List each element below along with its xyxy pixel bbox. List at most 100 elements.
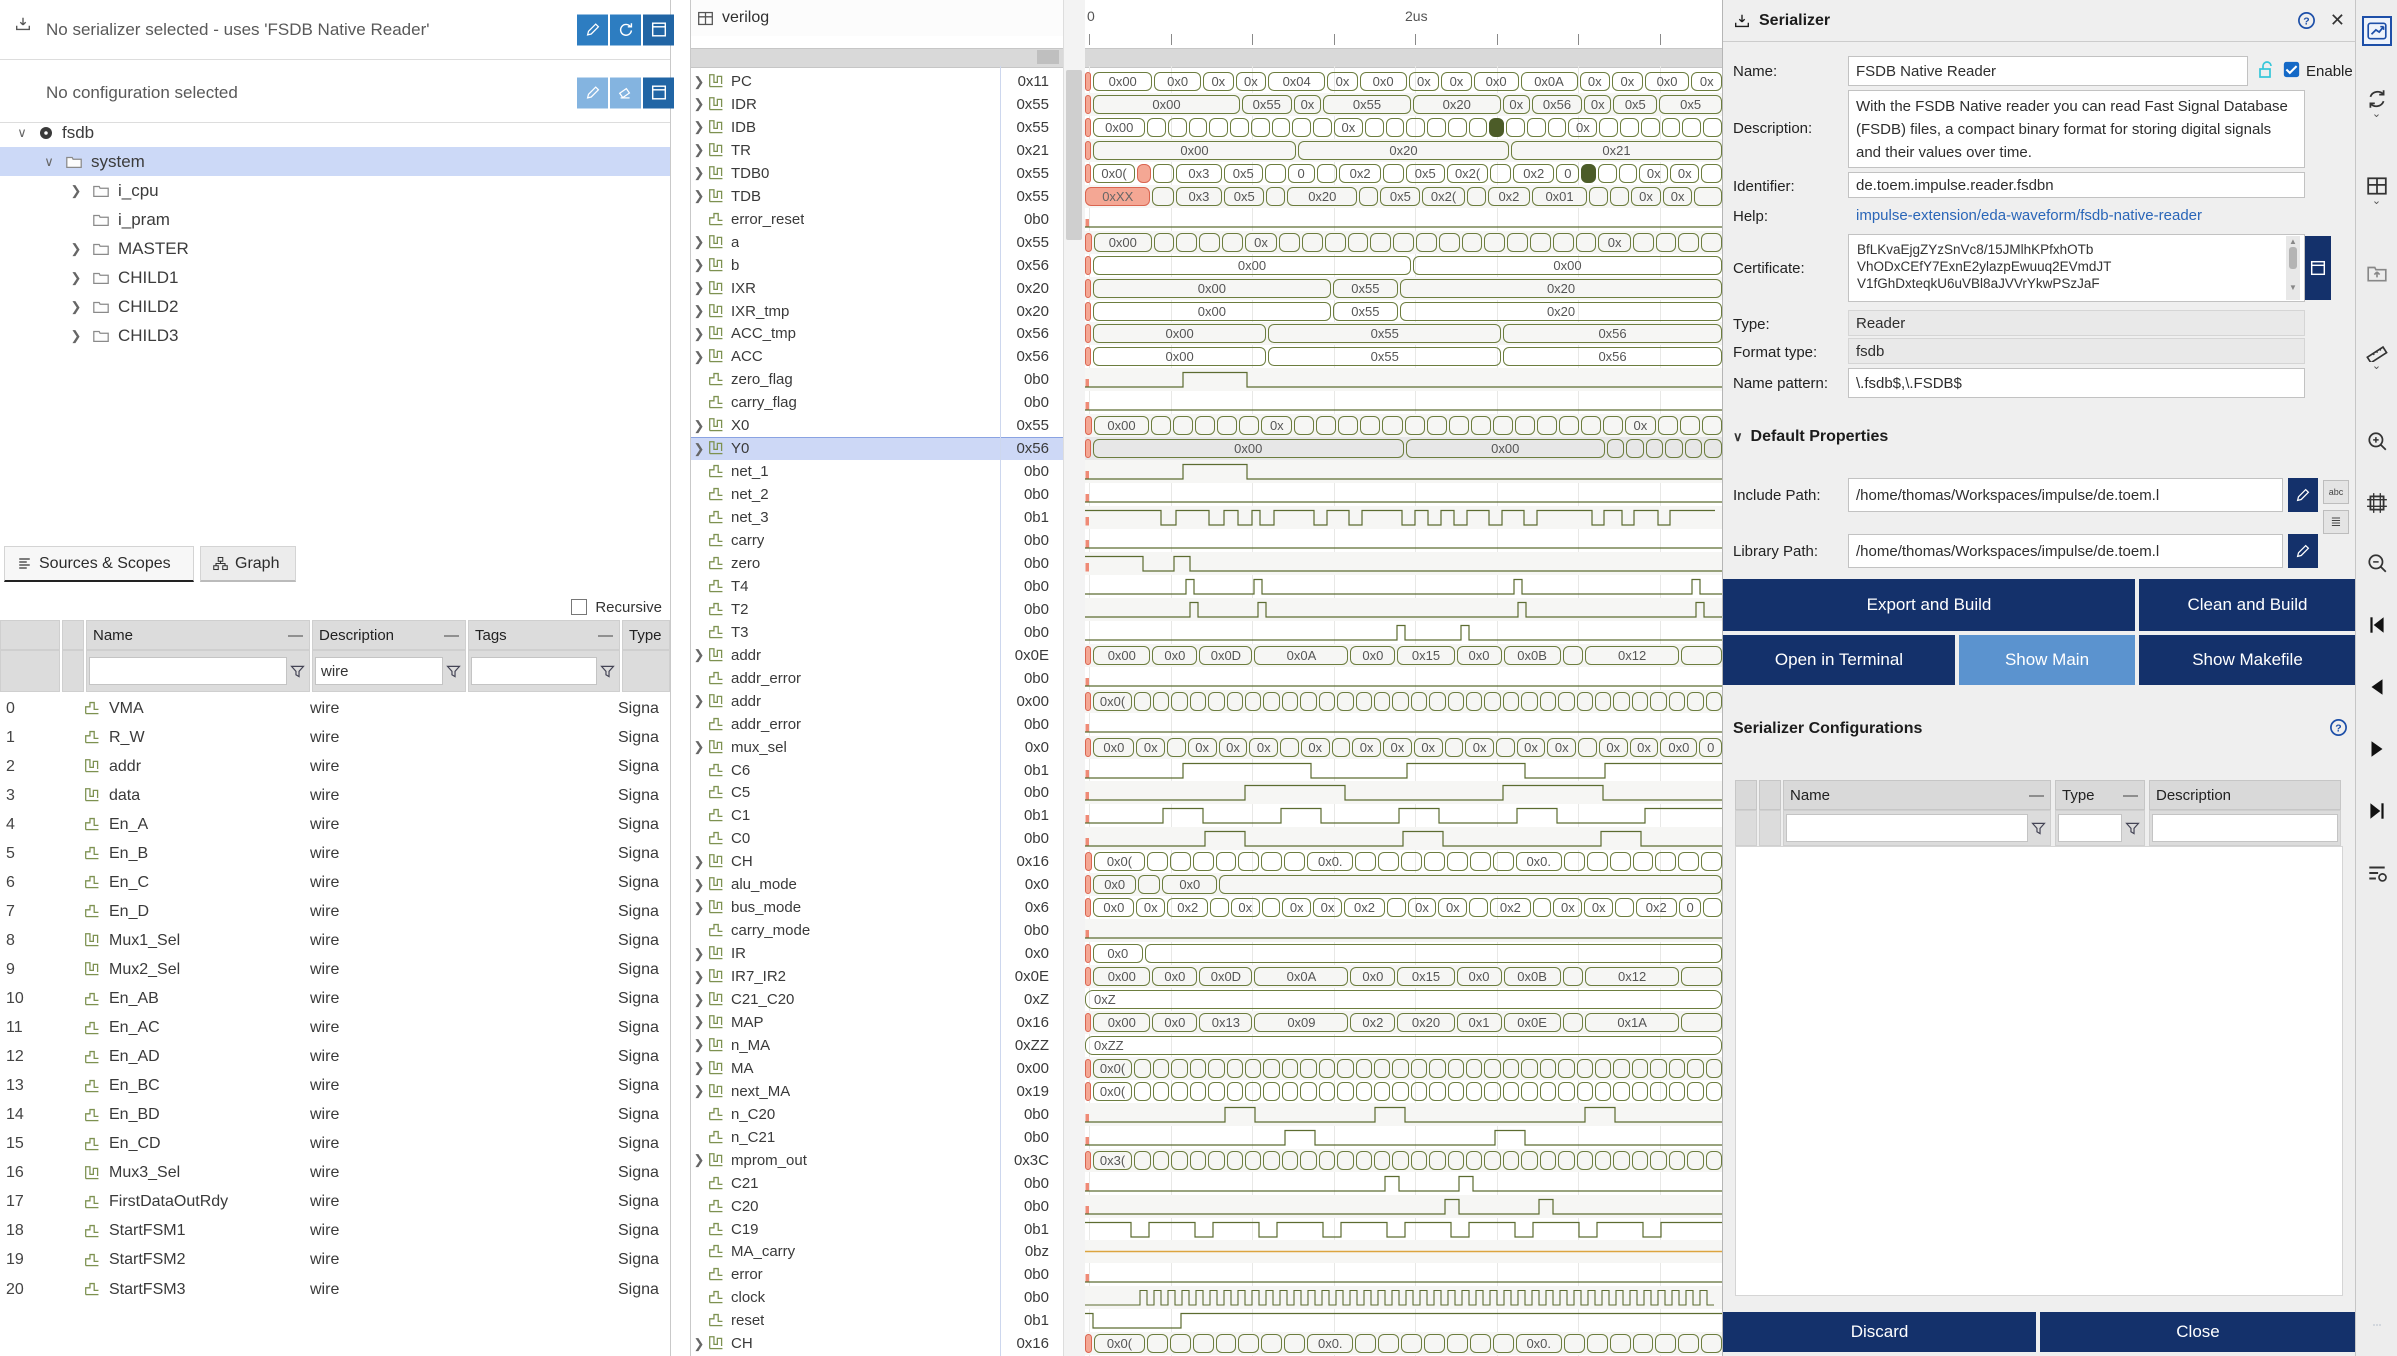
waveform-view-icon[interactable] [2362,16,2392,46]
signal-list-item-mux_sel[interactable]: ❯ mux_sel 0x0 [691,736,1064,759]
signal-list-item-T3[interactable]: T3 0b0 [691,621,1064,644]
zoom-out-icon[interactable] [2366,552,2388,574]
wave-row-addr[interactable]: 0x0( [1085,690,1722,713]
signal-list-item-C21[interactable]: C21 0b0 [691,1172,1064,1195]
signal-list-item-zero[interactable]: zero 0b0 [691,552,1064,575]
wave-row-net_1[interactable] [1085,460,1722,483]
chevron-right-icon[interactable]: ❯ [692,349,706,365]
open-in-terminal-button[interactable]: Open in Terminal [1723,635,1955,685]
settings-list-icon[interactable] [2366,862,2388,884]
signal-list-item-C0[interactable]: C0 0b0 [691,827,1064,850]
tree-item-CHILD2[interactable]: ❯ CHILD2 [0,292,670,321]
cfg-filter-cell-type[interactable] [2055,810,2145,846]
column-header-tags[interactable]: Tags— [468,620,620,650]
name-pattern-field[interactable]: \.fsdb$,\.FSDB$ [1848,368,2305,398]
signal-list-item-zero_flag[interactable]: zero_flag 0b0 [691,368,1064,391]
chevron-right-icon[interactable]: ❯ [692,119,706,135]
signal-list-item-a[interactable]: ❯ a 0x55 [691,231,1064,254]
signal-list-item-mprom_out[interactable]: ❯ mprom_out 0x3C [691,1149,1064,1172]
close-icon[interactable]: ✕ [2330,10,2345,31]
edit-configuration-button[interactable] [577,77,608,108]
chevron-right-icon[interactable]: ❯ [692,234,706,250]
filter-input-tags[interactable] [471,657,597,685]
signal-list-item-X0[interactable]: ❯ X0 0x55 [691,414,1064,437]
wave-row-T4[interactable] [1085,575,1722,598]
open-serializer-dialog-button[interactable] [643,14,674,45]
clear-configuration-button[interactable] [610,77,641,108]
chevron-right-icon[interactable]: ❯ [692,1083,706,1099]
filter-funnel-icon[interactable] [599,663,616,680]
list-button[interactable]: ≣ [2323,510,2349,534]
edit-serializer-button[interactable] [577,14,608,45]
signal-list-item-IR7_IR2[interactable]: ❯ IR7_IR2 0x0E [691,965,1064,988]
chevron-right-icon[interactable]: ❯ [692,739,706,755]
ruler-icon[interactable]: ⌄ [2366,340,2388,370]
chevron-right-icon[interactable]: ❯ [692,693,706,709]
filter-cell-name[interactable] [86,650,310,692]
table-row-En_A[interactable]: 4 En_A wire Signa [0,810,670,839]
discard-button[interactable]: Discard [1723,1312,2036,1352]
zoom-in-icon[interactable] [2366,430,2388,452]
wave-row-error[interactable] [1085,1263,1722,1286]
signal-list-item-TDB0[interactable]: ❯ TDB0 0x55 [691,162,1064,185]
table-row-VMA[interactable]: 0 VMA wire Signa [0,694,670,723]
filter-funnel-icon[interactable] [289,663,306,680]
sort-indicator[interactable]: — [2123,787,2138,804]
wave-row-IXR[interactable]: 0x000x550x20 [1085,277,1722,300]
chevron-right-icon[interactable]: ❯ [68,183,84,199]
wave-row-zero[interactable] [1085,552,1722,575]
table-row-En_D[interactable]: 7 En_D wire Signa [0,897,670,926]
tree-item-MASTER[interactable]: ❯ MASTER [0,234,670,263]
tree-item-CHILD3[interactable]: ❯ CHILD3 [0,321,670,350]
signal-list-item-TDB[interactable]: ❯ TDB 0x55 [691,185,1064,208]
name-field[interactable]: FSDB Native Reader [1848,56,2248,86]
table-row-En_AD[interactable]: 12 En_AD wire Signa [0,1043,670,1072]
table-row-En_C[interactable]: 6 En_C wire Signa [0,868,670,897]
signal-list-item-n_MA[interactable]: ❯ n_MA 0xZZ [691,1034,1064,1057]
column-header-type[interactable]: Type [622,620,670,650]
more-icon[interactable] [2366,1320,2388,1330]
tab-sources-scopes[interactable]: Sources & Scopes [4,546,194,582]
wave-row-alu_mode[interactable]: 0x00x0 [1085,873,1722,896]
wave-row-TDB0[interactable]: 0x0(0x30x500x20x50x2(0x200x0x [1085,162,1722,185]
wave-row-zero_flag[interactable] [1085,368,1722,391]
cfg-column-header-name[interactable]: Name— [1783,780,2051,810]
chevron-right-icon[interactable]: ❯ [692,418,706,434]
chevron-right-icon[interactable]: ❯ [692,992,706,1008]
signal-list-item-clock[interactable]: clock 0b0 [691,1286,1064,1309]
wave-row-n_MA[interactable]: 0xZZ [1085,1034,1722,1057]
wave-row-b[interactable]: 0x000x00 [1085,254,1722,277]
include-path-field[interactable]: /home/thomas/Workspaces/impulse/de.toem.… [1848,478,2283,512]
wave-row-C6[interactable] [1085,759,1722,782]
wave-row-carry[interactable] [1085,529,1722,552]
signal-list-item-IXR[interactable]: ❯ IXR 0x20 [691,277,1064,300]
signal-list-item-error_reset[interactable]: error_reset 0b0 [691,208,1064,231]
wave-row-mprom_out[interactable]: 0x3( [1085,1149,1722,1172]
wave-row-n_C20[interactable] [1085,1103,1722,1126]
chevron-right-icon[interactable]: ❯ [692,96,706,112]
table-row-En_BD[interactable]: 14 En_BD wire Signa [0,1101,670,1130]
chevron-right-icon[interactable]: ❯ [68,328,84,344]
zoom-fit-icon[interactable] [2366,492,2388,514]
wave-row-T2[interactable] [1085,598,1722,621]
chevron-right-icon[interactable]: ❯ [692,74,706,90]
wave-row-C19[interactable] [1085,1218,1722,1241]
certificate-scroll-thumb[interactable] [2289,247,2297,269]
wave-row-reset[interactable] [1085,1309,1722,1332]
wave-row-T3[interactable] [1085,621,1722,644]
wave-row-carry_flag[interactable] [1085,391,1722,414]
sort-indicator[interactable]: — [288,627,303,644]
waveform-panel[interactable]: 0 2us 0x000x00x0x0x040x0x00x0x0x00x0A0x0… [1085,0,1722,1356]
wave-row-C5[interactable] [1085,781,1722,804]
wave-row-TDB[interactable]: 0xXX0x30x50x200x50x2(0x20x010x0x [1085,185,1722,208]
library-path-edit-button[interactable] [2288,534,2318,568]
wave-row-IXR_tmp[interactable]: 0x000x550x20 [1085,300,1722,323]
column-resize-handle[interactable] [1037,50,1059,64]
layout-grid-icon[interactable]: ⌄ [2366,175,2388,205]
library-path-field[interactable]: /home/thomas/Workspaces/impulse/de.toem.… [1848,534,2283,568]
include-path-edit-button[interactable] [2288,478,2318,512]
wave-row-bus_mode[interactable]: 0x00x0x20x0x0x0x20x0x0x20x0x0x20 [1085,896,1722,919]
wave-row-C20[interactable] [1085,1195,1722,1218]
wave-row-MA_carry[interactable] [1085,1240,1722,1263]
show-main-button[interactable]: Show Main [1959,635,2135,685]
